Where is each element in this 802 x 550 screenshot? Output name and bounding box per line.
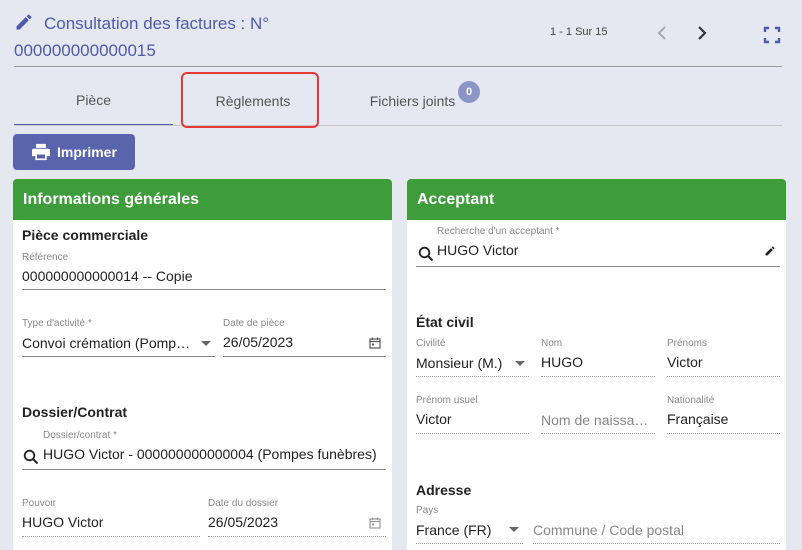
pays-select[interactable]: France (FR) xyxy=(416,522,491,538)
nationalite-underline xyxy=(667,433,780,434)
page-title-text: Consultation des factures : N° 000000000… xyxy=(14,14,270,60)
dossier-underline xyxy=(22,469,386,470)
printer-icon xyxy=(32,143,50,161)
dossier-section-title: Dossier/Contrat xyxy=(22,404,128,420)
prenom-usuel-underline xyxy=(416,433,529,434)
nationalite-label: Nationalité xyxy=(667,395,715,406)
chevron-left-icon xyxy=(657,26,666,40)
nom-value[interactable]: HUGO xyxy=(541,354,583,370)
page-title: Consultation des factures : N° 000000000… xyxy=(14,12,314,63)
header-divider xyxy=(14,66,782,67)
highlight-box xyxy=(181,72,319,128)
dossier-date-underline xyxy=(208,536,386,537)
tab-piece-label: Pièce xyxy=(75,92,112,108)
piece-date-underline xyxy=(223,356,386,357)
general-info-header: Informations générales xyxy=(13,179,392,220)
pays-underline xyxy=(416,543,523,544)
pouvoir-value[interactable]: HUGO Victor xyxy=(22,514,103,530)
pays-dropdown-icon xyxy=(509,527,519,532)
activity-type-select[interactable]: Convoi crémation (Pompes funèbres) xyxy=(22,335,195,351)
dossier-label: Dossier/contrat * xyxy=(43,430,117,441)
dossier-input[interactable]: HUGO Victor - 000000000000004 (Pompes fu… xyxy=(43,446,377,462)
piece-date-label: Date de pièce xyxy=(223,318,285,329)
prenoms-label: Prénoms xyxy=(667,338,708,349)
nom-underline xyxy=(541,376,655,377)
calendar-disabled-icon xyxy=(369,516,381,534)
commune-underline xyxy=(533,543,780,544)
prenom-usuel-label: Prénom usuel xyxy=(416,395,478,406)
reference-value[interactable]: 000000000000014 -- Copie xyxy=(22,268,192,284)
nom-label: Nom xyxy=(541,338,563,349)
tabs-divider xyxy=(14,125,782,126)
nom-naissance-underline xyxy=(541,433,655,434)
fullscreen-button[interactable] xyxy=(763,26,783,46)
piece-date-input[interactable]: 26/05/2023 xyxy=(223,334,293,350)
activity-type-label: Type d'activité * xyxy=(22,318,92,329)
commune-input[interactable]: Commune / Code postal xyxy=(533,522,684,538)
tab-fichiers-joints-label: Fichiers joints xyxy=(369,93,456,109)
print-button[interactable]: Imprimer xyxy=(13,134,135,170)
next-button[interactable] xyxy=(692,22,712,44)
acceptant-search-input[interactable]: HUGO Victor xyxy=(437,242,518,258)
civilite-underline xyxy=(416,376,529,377)
attachments-count-badge: 0 xyxy=(458,81,480,103)
civil-section-title: État civil xyxy=(416,314,474,330)
dossier-date-label: Date du dossier xyxy=(208,498,279,509)
edit-acceptant-button[interactable] xyxy=(764,244,776,262)
nom-naissance-input[interactable]: Nom de naissance xyxy=(541,412,655,428)
prenoms-value[interactable]: Victor xyxy=(667,354,703,370)
acceptant-search-label: Recherche d'un acceptant * xyxy=(437,226,560,237)
print-button-label: Imprimer xyxy=(57,144,117,160)
civilite-dropdown-icon xyxy=(515,361,525,366)
pouvoir-underline xyxy=(22,536,200,537)
pagination-info: 1 - 1 Sur 15 xyxy=(550,26,608,38)
civilite-label: Civilité xyxy=(416,338,446,349)
address-section-title: Adresse xyxy=(416,482,472,498)
fullscreen-icon xyxy=(763,26,781,44)
activity-type-underline xyxy=(22,356,215,357)
chevron-right-icon xyxy=(698,26,707,40)
reference-underline xyxy=(22,289,386,290)
prenoms-underline xyxy=(667,376,780,377)
acceptant-search-underline xyxy=(416,266,780,267)
reference-label: Référence xyxy=(22,252,69,263)
previous-button[interactable] xyxy=(652,22,672,44)
prenom-usuel-value[interactable]: Victor xyxy=(416,411,452,427)
pencil-icon xyxy=(765,246,775,256)
edit-pencil-icon xyxy=(14,12,36,39)
pays-label: Pays xyxy=(416,505,439,516)
acceptant-header: Acceptant xyxy=(407,179,786,220)
pouvoir-label: Pouvoir xyxy=(22,498,56,509)
piece-section-title: Pièce commerciale xyxy=(22,227,149,243)
tab-piece[interactable]: Pièce xyxy=(14,76,173,126)
search-icon xyxy=(23,449,39,470)
civilite-select[interactable]: Monsieur (M.) xyxy=(416,355,502,371)
nationalite-value[interactable]: Française xyxy=(667,411,728,427)
calendar-icon[interactable] xyxy=(369,336,381,354)
search-icon xyxy=(418,246,434,267)
activity-type-dropdown-icon xyxy=(201,341,211,346)
dossier-date-value: 26/05/2023 xyxy=(208,514,279,530)
